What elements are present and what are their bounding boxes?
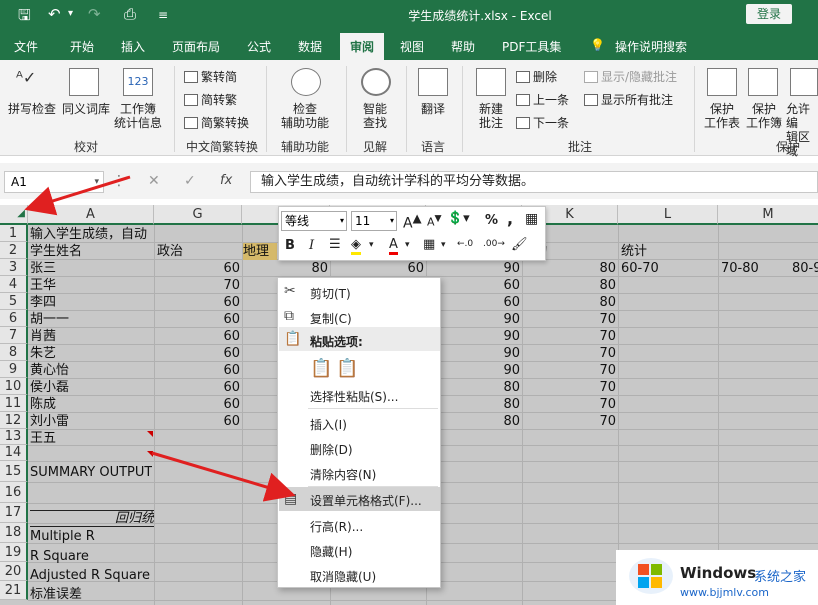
arrow-to-format-cells (151, 451, 296, 502)
watermark: Windows 系统之家 www.bjjmlv.com (616, 550, 818, 605)
annotation-arrows (24, 175, 296, 502)
windows-logo-icon (629, 558, 673, 594)
watermark-url: www.bjjmlv.com (680, 586, 769, 599)
watermark-brand: Windows (680, 564, 757, 582)
watermark-site: 系统之家 (754, 570, 807, 585)
arrow-to-select-all (24, 175, 131, 216)
